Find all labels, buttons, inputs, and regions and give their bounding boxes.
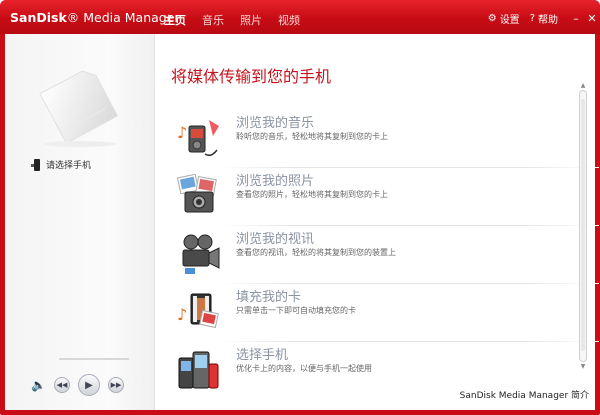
- next-button[interactable]: ▶▶: [107, 377, 124, 393]
- nav-music[interactable]: 音乐: [202, 12, 224, 28]
- about-link[interactable]: SanDisk Media Manager 简介: [460, 388, 589, 401]
- settings-link[interactable]: ⚙ 设置: [488, 11, 520, 26]
- client-area: 请选择手机 🔈 ◀◀ ▶ ▶▶ 将媒体传输到您的手机 ♪ 浏览我的音乐 聆听您的…: [5, 34, 599, 410]
- fill-card-icon: ♪: [177, 293, 219, 329]
- phones-icon: [178, 351, 219, 389]
- select-phone-hint[interactable]: 请选择手机: [31, 158, 91, 171]
- volume-icon[interactable]: 🔈: [31, 378, 46, 392]
- help-label: 帮助: [538, 14, 558, 26]
- scrollbar-thumb[interactable]: [581, 99, 585, 351]
- settings-label: 设置: [499, 14, 520, 26]
- app-window: SanDisk® Media Manager 主页 音乐 照片 视频 ⚙ 设置 …: [0, 0, 600, 415]
- browse-videos-title: 浏览我的视讯: [236, 232, 315, 247]
- scrollbar[interactable]: [579, 90, 587, 362]
- browse-photos-item[interactable]: 浏览我的照片 查看您的照片，轻松地将其复制到您的卡上: [165, 168, 599, 226]
- select-phone-desc: 优化卡上的内容，以便与手机一起使用: [236, 364, 372, 373]
- camera-photos-icon: [176, 174, 217, 213]
- browse-videos-item[interactable]: 浏览我的视讯 查看您的视讯，轻松的将其复制到您的装置上: [165, 226, 599, 284]
- nav-videos[interactable]: 视频: [278, 12, 300, 28]
- brand-product: ® Media Manager: [66, 10, 180, 25]
- settings-icon: ⚙: [487, 12, 497, 24]
- help-icon: ?: [529, 12, 535, 24]
- title-bar: SanDisk® Media Manager 主页 音乐 照片 视频 ⚙ 设置 …: [0, 0, 600, 34]
- previous-button[interactable]: ◀◀: [53, 377, 70, 393]
- memory-card-icon: [39, 70, 119, 147]
- select-phone-title: 选择手机: [236, 348, 289, 363]
- browse-music-item[interactable]: ♪ 浏览我的音乐 聆听您的音乐，轻松地将其复制到您的卡上: [165, 110, 599, 168]
- fill-card-desc: 只需单击一下即可自动填充您的卡: [236, 306, 356, 315]
- scroll-up-arrow[interactable]: ▲: [579, 82, 587, 89]
- left-panel: 请选择手机 🔈 ◀◀ ▶ ▶▶: [5, 34, 155, 410]
- play-button[interactable]: ▶: [77, 374, 100, 396]
- browse-music-title: 浏览我的音乐: [236, 116, 315, 131]
- playback-progress[interactable]: [59, 358, 129, 360]
- brand-logo: SanDisk® Media Manager: [10, 10, 180, 25]
- fill-card-item[interactable]: ♪ 填充我的卡 只需单击一下即可自动填充您的卡: [165, 284, 599, 342]
- close-button[interactable]: ✕: [584, 12, 600, 25]
- title-bar-controls: ⚙ 设置 ? 帮助 – ✕: [488, 8, 600, 28]
- brand-name: SanDisk: [10, 10, 67, 25]
- main-panel: 将媒体传输到您的手机 ♪ 浏览我的音乐 聆听您的音乐，轻松地将其复制到您的卡上: [155, 34, 599, 410]
- page-title: 将媒体传输到您的手机: [171, 67, 332, 86]
- browse-photos-title: 浏览我的照片: [236, 174, 315, 189]
- svg-text:♪: ♪: [177, 305, 187, 324]
- browse-music-desc: 聆听您的音乐，轻松地将其复制到您的卡上: [236, 132, 388, 141]
- nav-photos[interactable]: 照片: [240, 12, 262, 28]
- scroll-down-arrow[interactable]: ▼: [579, 363, 587, 370]
- fill-card-title: 填充我的卡: [236, 290, 302, 305]
- svg-text:♪: ♪: [177, 123, 187, 142]
- minimize-button[interactable]: –: [568, 12, 584, 25]
- video-camera-icon: [182, 234, 220, 274]
- music-icon: ♪: [177, 120, 219, 157]
- media-player: 🔈 ◀◀ ▶ ▶▶: [31, 374, 124, 396]
- select-phone-label: 请选择手机: [46, 161, 92, 171]
- nav-home[interactable]: 主页: [164, 12, 186, 28]
- phone-icon: [31, 158, 40, 171]
- browse-photos-desc: 查看您的照片，轻松地将其复制到您的卡上: [236, 190, 388, 199]
- browse-videos-desc: 查看您的视讯，轻松的将其复制到您的装置上: [236, 248, 396, 257]
- help-link[interactable]: ? 帮助: [530, 11, 558, 26]
- main-nav: 主页 音乐 照片 视频: [164, 12, 300, 28]
